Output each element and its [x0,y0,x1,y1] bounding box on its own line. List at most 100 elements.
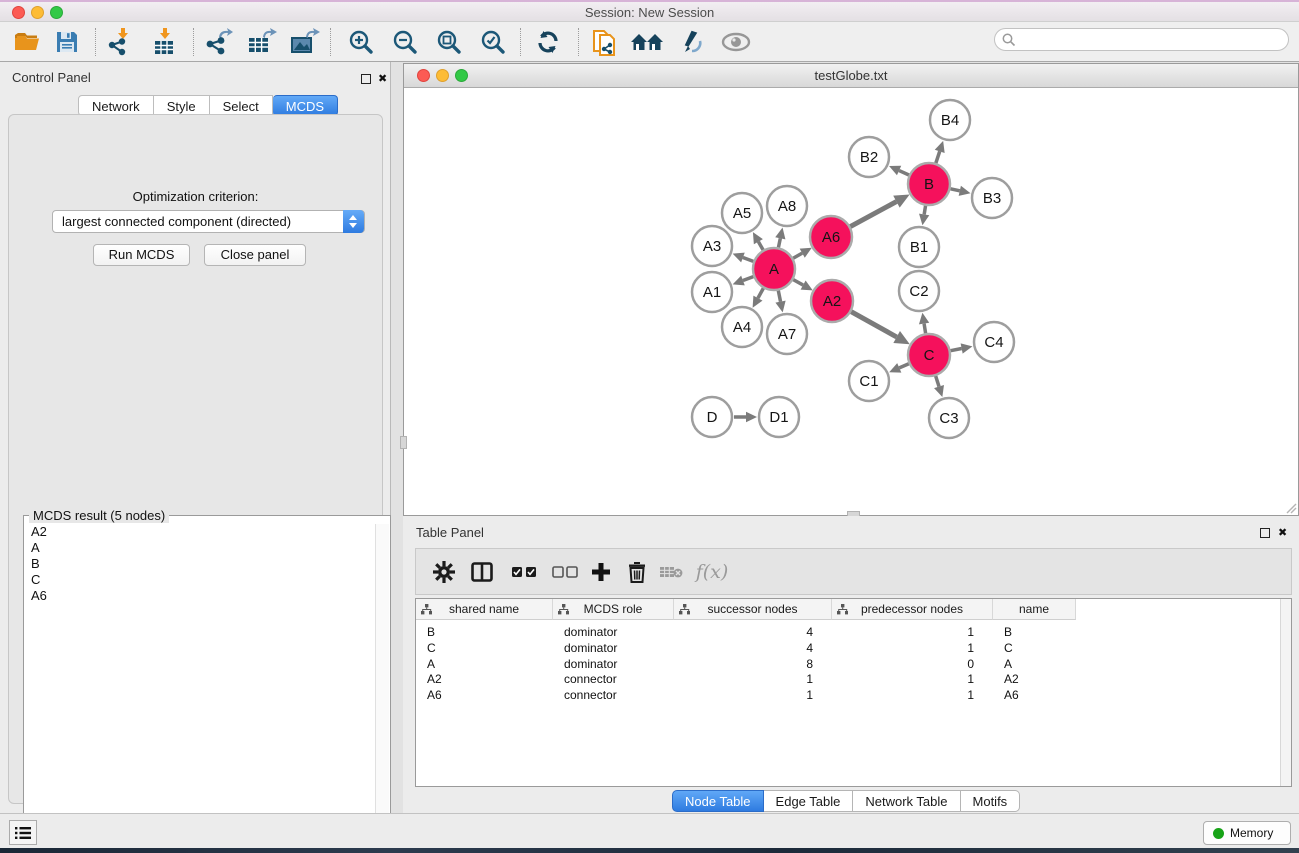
table-cell[interactable]: A2 [427,671,553,687]
table-cell[interactable]: A2 [1004,671,1076,687]
table-scrollbar[interactable] [1280,599,1291,786]
graph-edge-C-C1[interactable] [889,363,909,373]
graph-node-B2[interactable]: B2 [849,137,889,177]
table-cell[interactable]: A [1004,656,1076,672]
graph-node-A1[interactable]: A1 [692,272,732,312]
show-hide-button[interactable] [719,26,753,58]
graph-edge-A-A4[interactable] [753,288,764,307]
criterion-select[interactable]: largest connected component (directed) [52,210,365,233]
table-cell[interactable]: dominator [564,640,674,656]
table-cell[interactable]: B [1004,624,1076,640]
graph-node-B[interactable]: B [908,163,950,205]
table-cell[interactable]: connector [564,671,674,687]
network-canvas[interactable]: AA1A2A3A4A5A6A7A8BB1B2B3B4CC1C2C3C4DD1 [405,88,1297,514]
deselect-all-button[interactable] [549,557,581,587]
home-button[interactable] [630,26,664,58]
table-cell[interactable]: 8 [674,656,813,672]
graph-edge-B-B2[interactable] [889,166,909,175]
graph-node-B3[interactable]: B3 [972,178,1012,218]
table-cell[interactable]: 1 [832,624,974,640]
close-panel-button[interactable]: Close panel [204,244,306,266]
table-settings-button[interactable] [430,557,458,587]
tab-mcds[interactable]: MCDS [273,95,338,116]
table-cell[interactable]: dominator [564,624,674,640]
table-cell[interactable]: 4 [674,624,813,640]
split-table-button[interactable] [468,557,496,587]
graph-node-B1[interactable]: B1 [899,227,939,267]
graph-edge-A-A7[interactable] [775,291,785,313]
zoom-fit-button[interactable] [432,26,466,58]
table-cell[interactable]: 1 [832,687,974,703]
table-float-icon[interactable] [1260,528,1270,538]
graph-edge-A-A5[interactable] [753,232,763,250]
graph-edge-A-A3[interactable] [733,253,754,263]
graph-node-C1[interactable]: C1 [849,361,889,401]
result-item-a6[interactable]: A6 [25,588,373,604]
delete-table-button[interactable] [656,557,686,587]
refresh-view-button[interactable] [531,26,565,58]
annotation-pen-button[interactable] [675,26,709,58]
graph-edge-C-C4[interactable] [951,343,973,353]
column-header-successor-nodes[interactable]: successor nodes [674,599,832,620]
table-cell[interactable]: 1 [832,640,974,656]
zoom-in-button[interactable] [344,26,378,58]
tab-network[interactable]: Network [78,95,154,116]
resize-grip-icon[interactable] [1285,502,1297,514]
tab-network-table[interactable]: Network Table [853,790,960,812]
import-network-button[interactable] [104,26,138,58]
graph-node-D1[interactable]: D1 [759,397,799,437]
table-cell[interactable]: dominator [564,656,674,672]
tab-style[interactable]: Style [154,95,210,116]
tab-node-table[interactable]: Node Table [672,790,764,812]
graph-node-A4[interactable]: A4 [722,307,762,347]
table-cell[interactable]: C [1004,640,1076,656]
result-item-c[interactable]: C [25,572,373,588]
table-cell[interactable]: 1 [674,687,813,703]
tab-select[interactable]: Select [210,95,273,116]
graph-node-A2[interactable]: A2 [811,280,853,322]
graph-edge-A-A6[interactable] [793,248,812,258]
memory-button[interactable]: Memory [1203,821,1291,845]
function-builder-button[interactable]: f(x) [692,557,732,587]
graph-node-A5[interactable]: A5 [722,193,762,233]
graph-edge-B-B3[interactable] [950,186,970,196]
table-cell[interactable]: 0 [832,656,974,672]
export-image-button[interactable] [288,26,322,58]
select-all-button[interactable] [508,557,540,587]
save-session-button[interactable] [50,26,84,58]
result-item-b[interactable]: B [25,556,373,572]
export-table-button[interactable] [245,26,279,58]
tab-edge-table[interactable]: Edge Table [764,790,854,812]
close-panel-icon[interactable]: ✖ [378,74,387,84]
duplicate-network-button[interactable] [588,26,622,58]
run-mcds-button[interactable]: Run MCDS [93,244,190,266]
result-item-a[interactable]: A [25,540,373,556]
graph-node-A6[interactable]: A6 [810,216,852,258]
graph-edge-D-D1[interactable] [734,412,757,422]
table-cell[interactable]: A6 [427,687,553,703]
column-header-name[interactable]: name [993,599,1076,620]
table-cell[interactable]: A [427,656,553,672]
float-panel-icon[interactable] [361,74,371,84]
zoom-out-button[interactable] [388,26,422,58]
graph-node-C3[interactable]: C3 [929,398,969,438]
add-column-button[interactable] [586,557,616,587]
open-session-button[interactable] [12,26,46,58]
graph-node-A8[interactable]: A8 [767,186,807,226]
import-table-button[interactable] [148,26,182,58]
graph-node-C2[interactable]: C2 [899,271,939,311]
graph-node-C4[interactable]: C4 [974,322,1014,362]
export-network-button[interactable] [202,26,236,58]
delete-column-button[interactable] [623,557,651,587]
graph-node-A3[interactable]: A3 [692,226,732,266]
table-cell[interactable]: connector [564,687,674,703]
graph-edge-C-C3[interactable] [934,376,944,397]
graph-edge-A2-C[interactable] [851,312,910,345]
column-header-MCDS-role[interactable]: MCDS role [553,599,674,620]
graph-edge-B-B1[interactable] [919,206,929,226]
left-divider-grip[interactable] [400,436,407,449]
table-cell[interactable]: 1 [832,671,974,687]
table-close-icon[interactable]: ✖ [1278,528,1287,538]
graph-edge-A-A2[interactable] [793,280,812,291]
graph-node-A[interactable]: A [753,248,795,290]
